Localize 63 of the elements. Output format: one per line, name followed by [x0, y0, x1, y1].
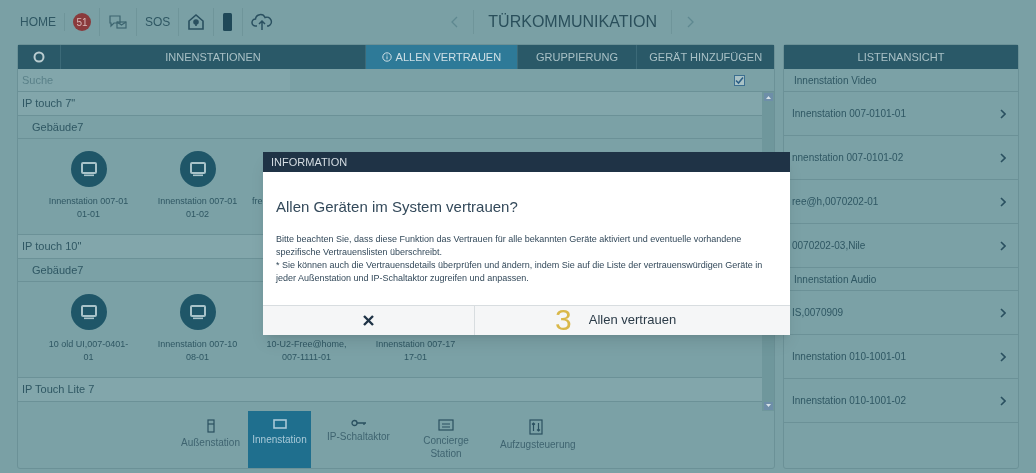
scroll-down-icon[interactable]	[763, 402, 773, 410]
page-title: TÜRKOMMUNIKATION	[473, 10, 672, 34]
cloud-upload-icon[interactable]	[251, 13, 274, 31]
chevron-right-icon	[1000, 351, 1006, 362]
chevron-right-icon	[1000, 108, 1006, 119]
circle-icon[interactable]	[32, 51, 45, 63]
device-label[interactable]: Innenstation 007-1008-01	[155, 338, 240, 364]
chevron-right-icon	[1000, 240, 1006, 251]
monitor-icon[interactable]	[70, 294, 107, 330]
tab[interactable]: INNENSTATIONEN	[60, 45, 366, 69]
dialog-title: INFORMATION	[263, 152, 790, 172]
nav-tab[interactable]: Aufzugsteuerung	[486, 411, 586, 468]
tab[interactable]: GERÄT HINZUFÜGEN	[636, 45, 774, 69]
monitor-icon	[272, 419, 287, 430]
confirm-button[interactable]: Allen vertrauen	[582, 310, 683, 330]
dialog-heading: Allen Geräten im System vertrauen?	[275, 197, 519, 217]
house-icon[interactable]	[187, 13, 206, 31]
device-label[interactable]: Innenstation 007-1717-01	[373, 338, 458, 364]
door-station-icon	[206, 419, 215, 433]
device-label[interactable]: Innenstation 007-0101-01	[46, 195, 131, 221]
nav-tab[interactable]: Innenstation	[248, 411, 311, 468]
device-label[interactable]: Innenstation 007-0101-02	[155, 195, 240, 221]
dialog-text: * Sie können auch die Vertrauensdetails überprüfen und ändern, indem Sie auf die Liste der vertrauenswürdigen Geräte in jeder Außenstation und IP-Schaltaktor zugreifen und anpassen.	[276, 258, 764, 285]
door-station-icon[interactable]	[222, 12, 235, 32]
monitor-icon[interactable]	[179, 151, 216, 187]
device-label[interactable]: 10 old UI,007-0401-01	[46, 338, 131, 364]
step-marker: 3	[555, 305, 572, 335]
select-all-checkbox[interactable]	[734, 74, 745, 86]
list-item[interactable]: Innenstation 007-0101-01	[784, 92, 1018, 136]
list-item[interactable]: Innenstation 010-1001-01	[784, 335, 1018, 379]
elevator-icon	[529, 419, 543, 435]
group-header[interactable]: IP touch 7"	[22, 95, 76, 112]
notification-badge[interactable]: 51	[73, 13, 91, 31]
nav-tab[interactable]: Concierge Station	[406, 411, 486, 468]
home-link[interactable]: HOME	[16, 13, 65, 31]
info-icon	[381, 52, 392, 62]
device-label[interactable]: fre	[252, 195, 263, 208]
tab[interactable]: GRUPPIERUNG	[516, 45, 637, 69]
nav-tab[interactable]: IP-Schaltaktor	[311, 411, 406, 468]
monitor-icon[interactable]	[70, 151, 107, 187]
section-header[interactable]: Innenstation Audio	[794, 271, 877, 287]
dialog-text: Bitte beachten Sie, dass diese Funktion das Vertrauen für alle bekannten Geräte aktiviert und eventuelle vorhandene spezifische Vertrauenslisten überschreibt.	[276, 232, 743, 259]
subgroup-header[interactable]: Gebäude7	[32, 118, 84, 136]
subgroup-header[interactable]: Gebäude7	[32, 261, 84, 279]
tab[interactable]: ALLEN VERTRAUEN	[365, 45, 517, 69]
chevron-right-icon	[1000, 395, 1006, 406]
panel-title: LISTENANSICHT	[784, 45, 1018, 69]
group-header[interactable]: IP Touch Lite 7	[22, 381, 95, 398]
console-icon	[438, 419, 454, 431]
chevron-right-icon	[1000, 196, 1006, 207]
section-header[interactable]: Innenstation Video	[794, 72, 877, 88]
key-icon	[350, 419, 367, 427]
chevron-right-icon	[1000, 307, 1006, 318]
close-icon	[363, 314, 374, 326]
scroll-up-icon[interactable]	[763, 93, 773, 101]
group-header[interactable]: IP touch 10"	[22, 238, 82, 255]
sos-button[interactable]: SOS	[137, 8, 180, 36]
device-label[interactable]: 10-U2-Free@home,007-1111-01	[264, 338, 349, 364]
nav-tab[interactable]: Außenstation	[173, 411, 248, 468]
list-item[interactable]: Innenstation 010-1001-02	[784, 379, 1018, 423]
chevron-right-icon	[1000, 152, 1006, 163]
monitor-icon[interactable]	[179, 294, 216, 330]
chat-mail-icon[interactable]	[108, 14, 128, 30]
